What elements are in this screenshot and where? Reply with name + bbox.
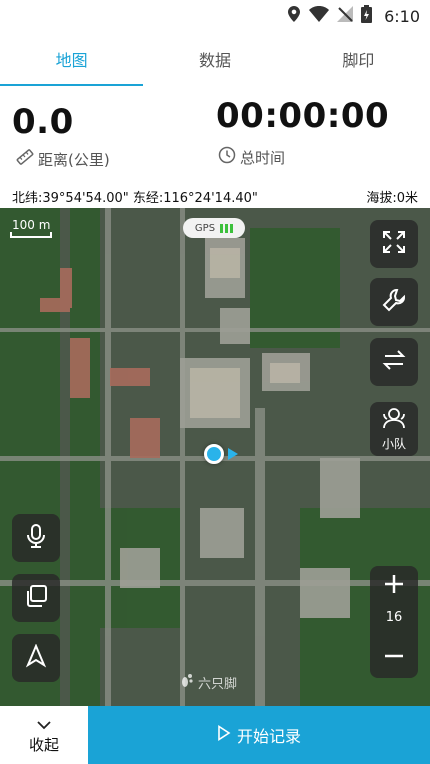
route-switch-button[interactable] <box>370 338 418 386</box>
gps-signal-icon <box>220 223 234 233</box>
voice-button[interactable] <box>12 514 60 562</box>
map-scale: 100 m <box>10 218 52 238</box>
collapse-label: 收起 <box>28 735 59 754</box>
watermark-text: 六只脚 <box>198 676 238 692</box>
navigation-arrow-icon <box>24 643 48 672</box>
tab-footprints[interactable]: 脚印 <box>287 32 430 86</box>
duration-value: 00:00:00 <box>216 96 390 136</box>
scale-label: 100 m <box>12 218 51 232</box>
signal-off-icon <box>337 6 354 26</box>
duration-label-group: 总时间 <box>218 146 285 168</box>
start-recording-label: 开始记录 <box>236 727 301 746</box>
gps-label: GPS <box>194 222 216 234</box>
team-icon <box>381 407 407 433</box>
heading-arrow-icon <box>228 448 238 460</box>
wrench-icon <box>381 287 407 317</box>
play-icon <box>217 725 231 745</box>
plus-icon <box>383 573 405 599</box>
fullscreen-icon <box>381 229 407 259</box>
zoom-control: 16 <box>370 566 418 678</box>
battery-charging-icon <box>361 5 373 27</box>
tools-button[interactable] <box>370 278 418 326</box>
swap-arrows-icon <box>381 347 407 377</box>
satellite-map[interactable]: 100 m GPS 小队 16 六只脚 <box>0 208 430 706</box>
stats-panel: 0.0 距离(公里) 00:00:00 总时间 <box>0 86 430 184</box>
current-location-marker <box>204 444 224 464</box>
zoom-out-button[interactable] <box>370 638 418 678</box>
status-time: 6:10 <box>384 6 420 26</box>
collapse-button[interactable]: 收起 <box>0 706 88 764</box>
copy-layers-icon <box>23 583 49 613</box>
tab-bar: 地图 数据 脚印 <box>0 32 430 86</box>
ruler-icon <box>16 148 34 170</box>
footprint-logo-icon <box>180 672 194 692</box>
gps-status-badge: GPS <box>183 218 245 238</box>
zoom-in-button[interactable] <box>370 566 418 606</box>
location-icon <box>287 6 301 26</box>
coordinates: 北纬:39°54'54.00" 东经:116°24'14.40" <box>12 190 258 206</box>
coordinate-bar: 北纬:39°54'54.00" 东经:116°24'14.40" 海拔:0米 <box>0 184 430 208</box>
watermark: 六只脚 <box>180 672 237 692</box>
clock-icon <box>218 146 236 168</box>
tab-data[interactable]: 数据 <box>143 32 286 86</box>
fullscreen-button[interactable] <box>370 220 418 268</box>
scale-bar <box>10 232 52 238</box>
distance-value: 0.0 <box>12 102 74 142</box>
tab-map[interactable]: 地图 <box>0 32 144 86</box>
zoom-level: 16 <box>385 610 403 625</box>
team-label: 小队 <box>381 436 406 451</box>
status-bar: 6:10 <box>0 0 430 32</box>
minus-icon <box>383 645 405 671</box>
duration-label: 总时间 <box>240 148 286 167</box>
layers-button[interactable] <box>12 574 60 622</box>
navigation-button[interactable] <box>12 634 60 682</box>
distance-label: 距离(公里) <box>38 150 110 169</box>
altitude: 海拔:0米 <box>366 190 418 206</box>
distance-label-group: 距离(公里) <box>16 148 110 170</box>
bottom-bar: 收起 开始记录 <box>0 706 430 764</box>
chevron-down-icon <box>37 716 51 734</box>
microphone-icon <box>25 523 47 553</box>
start-recording-button[interactable]: 开始记录 <box>88 706 430 764</box>
team-button[interactable]: 小队 <box>370 402 418 456</box>
wifi-icon <box>309 6 330 26</box>
